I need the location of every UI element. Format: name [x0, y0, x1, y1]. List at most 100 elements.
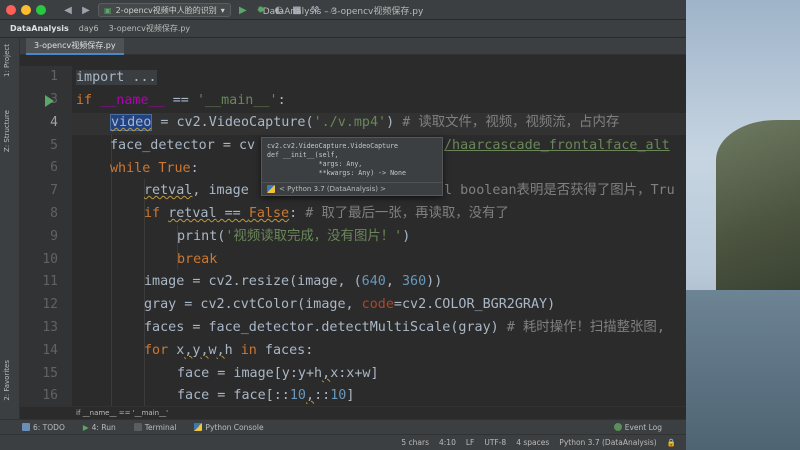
line-number: 10: [42, 252, 58, 267]
code-token: print(: [177, 229, 226, 244]
run-gutter-icon[interactable]: [45, 95, 54, 107]
code-token: ==: [216, 206, 249, 221]
line-number: 1: [50, 69, 58, 84]
status-encoding[interactable]: UTF-8: [484, 438, 506, 447]
lock-icon[interactable]: 🔒: [667, 438, 676, 447]
code-line-7-tail: l boolean表明是否获得了图片，Tru: [444, 180, 675, 203]
number-literal: 360: [401, 274, 427, 289]
python-icon: [267, 185, 275, 193]
breadcrumb[interactable]: if __name__ == '__main__': [20, 406, 686, 419]
keyword: True: [150, 161, 191, 176]
tool-window-stripe: 1: Project Z: Structure 2: Favorites: [0, 38, 20, 430]
tab-label: 6: TODO: [33, 422, 65, 432]
title-bar: ◀ ▶ ▣ 2-opencv视频中人脸的识别 ▾ ▶ ✹ ◐ ■ ⚒ ⌕ Dat…: [0, 0, 686, 20]
line-number: 8: [50, 206, 58, 221]
status-interpreter[interactable]: Python 3.7 (DataAnalysis): [559, 438, 656, 447]
string-literal: '视频读取完成，没有图片！': [225, 229, 403, 244]
keyword: break: [177, 252, 218, 267]
keyword: False: [248, 206, 290, 221]
code-token: :: [289, 206, 298, 221]
status-caret-position[interactable]: 4:10: [439, 438, 456, 447]
code-token: :: [277, 93, 286, 108]
favorites-tool-tab[interactable]: 2: Favorites: [3, 360, 11, 401]
event-log-tab[interactable]: Event Log: [613, 423, 662, 432]
project-tool-tab[interactable]: 1: Project: [3, 44, 11, 77]
folded-imports[interactable]: import ...: [76, 70, 157, 85]
comment: # 读取文件，视频，视频流，占内存: [394, 115, 620, 130]
tab-label: 4: Run: [91, 422, 116, 432]
quick-documentation-popup: cv2.cv2.VideoCapture.VideoCapture def __…: [261, 137, 443, 196]
code-line-13: faces = face_detector.detectMultiScale(g…: [144, 317, 665, 340]
structure-tool-tab[interactable]: Z: Structure: [3, 110, 11, 152]
nav-file[interactable]: 3-opencv视频保存.py: [109, 23, 191, 34]
popup-signature-line: **kwargs: Any) -> None: [267, 169, 406, 177]
keyword: while: [110, 161, 151, 176]
code-token: w: [208, 343, 217, 358]
todo-tab[interactable]: 6: TODO: [22, 423, 65, 432]
keyword: in: [232, 343, 257, 358]
editor-tabs: 3-opencv视频保存.py: [20, 38, 686, 55]
code-line-4: video = cv2.VideoCapture('./v.mp4') # 读取…: [110, 112, 619, 135]
editor-tab-active[interactable]: 3-opencv视频保存.py: [26, 38, 124, 55]
navigation-bar: DataAnalysis day6 3-opencv视频保存.py: [0, 20, 686, 38]
code-token: = cv2.VideoCapture(: [152, 115, 314, 130]
code-token: ]: [346, 388, 355, 403]
code-token: =cv2.COLOR_BGR2GRAY): [393, 297, 556, 312]
code-token: ==: [164, 93, 197, 108]
code-token: gray = cv2.cvtColor(image,: [144, 297, 362, 312]
popup-footer-label: < Python 3.7 (DataAnalysis) >: [279, 185, 387, 193]
terminal-tab[interactable]: Terminal: [133, 423, 176, 432]
code-line-14: for x,y,w,h in faces:: [144, 340, 313, 363]
popup-signature-line: cv2.cv2.VideoCapture.VideoCapture: [267, 142, 399, 150]
code-token: ,: [322, 366, 331, 381]
popup-signature-line: def __init__(self,: [267, 151, 339, 159]
code-line-16: face = face[::10,::10]: [177, 385, 354, 408]
code-token: ,: [200, 343, 209, 358]
code-token: face = image[y:y+h: [177, 366, 323, 381]
dunder-name: __name__: [100, 93, 165, 108]
code-line-11: image = cv2.resize(image, (640, 360)): [144, 271, 442, 294]
event-log-icon: [613, 423, 622, 431]
code-token: ): [386, 115, 395, 130]
keyword: for: [144, 343, 169, 358]
line-number: 6: [50, 160, 58, 175]
code-line-12: gray = cv2.cvtColor(image, code=cv2.COLO…: [144, 294, 555, 317]
code-token: face_detector = cv: [110, 138, 256, 153]
keyword: if: [144, 206, 161, 221]
comment: # 取了最后一张，再读取，没有了: [297, 206, 509, 221]
string-literal: /haarcascade_frontalface_alt: [444, 138, 670, 153]
code-line-8: if retval == False: # 取了最后一张，再读取，没有了: [144, 203, 509, 226]
code-line-1: import ...: [76, 67, 157, 90]
status-line-separator[interactable]: LF: [466, 438, 475, 447]
keyword-argument: code: [361, 297, 394, 312]
line-number-gutter: 1 3 4 5 6 7 8 9 10 11 12 13 14 15 16 💡: [20, 66, 94, 406]
nav-folder[interactable]: day6: [79, 24, 99, 33]
code-token: h: [224, 343, 233, 358]
code-token: retval: [168, 206, 217, 221]
python-console-tab[interactable]: Python Console: [194, 423, 264, 432]
nav-project[interactable]: DataAnalysis: [10, 24, 69, 33]
terminal-icon: [133, 423, 142, 431]
number-literal: 10: [289, 388, 306, 403]
code-token: x:x+w]: [330, 366, 379, 381]
status-indent[interactable]: 4 spaces: [516, 438, 549, 447]
code-token: faces = face_detector.detectMultiScale(g…: [144, 320, 499, 335]
code-line-3: if __name__ == '__main__':: [76, 90, 286, 113]
code-token: )): [426, 274, 443, 289]
ide-window: ◀ ▶ ▣ 2-opencv视频中人脸的识别 ▾ ▶ ✹ ◐ ■ ⚒ ⌕ Dat…: [0, 0, 686, 450]
code-token: face = face[::: [177, 388, 290, 403]
code-editor[interactable]: import ... if __name__ == '__main__': vi…: [76, 66, 686, 406]
code-token: faces:: [256, 343, 314, 358]
code-token: ,: [216, 343, 225, 358]
line-number: 9: [50, 229, 58, 244]
run-tab[interactable]: ▶ 4: Run: [83, 423, 116, 432]
code-token: x: [168, 343, 185, 358]
code-token: ,: [385, 274, 402, 289]
code-token: image = cv2.resize(image, (: [144, 274, 362, 289]
code-line-5-tail: /haarcascade_frontalface_alt: [444, 135, 670, 158]
wallpaper-sea: [686, 290, 800, 450]
code-line-15: face = image[y:y+h,x:x+w]: [177, 363, 379, 386]
comment: # 耗时操作！扫描整张图,: [498, 320, 665, 335]
run-icon: ▶: [82, 422, 89, 432]
code-token: , image: [192, 183, 249, 198]
